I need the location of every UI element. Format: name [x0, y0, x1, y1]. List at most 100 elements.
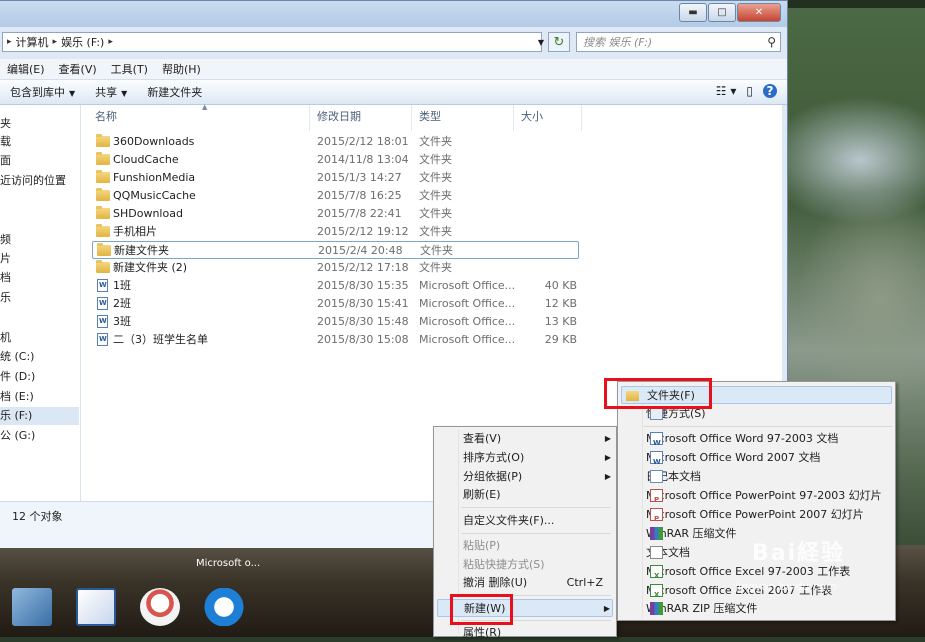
table-row[interactable]: SHDownload 2015/7/8 22:41 文件夹: [92, 205, 582, 223]
table-row[interactable]: 新建文件夹 (2) 2015/2/12 17:18 文件夹: [92, 259, 582, 277]
table-row[interactable]: 3班2015/8/30 15:48Microsoft Office...13 K…: [92, 313, 582, 331]
desktop-app-icon[interactable]: [12, 588, 52, 626]
table-row[interactable]: 1班2015/8/30 15:35Microsoft Office...40 K…: [92, 277, 582, 295]
table-row[interactable]: 二（3）班学生名单2015/8/30 15:08Microsoft Office…: [92, 331, 582, 349]
table-row[interactable]: 2班2015/8/30 15:41Microsoft Office...12 K…: [92, 295, 582, 313]
new-folder-button[interactable]: 新建文件夹: [137, 84, 212, 100]
table-row[interactable]: FunshionMedia 2015/1/3 14:27 文件夹: [92, 169, 582, 187]
undo-shortcut: Ctrl+Z: [566, 576, 603, 589]
excel-icon: [650, 584, 663, 604]
menu-edit[interactable]: 编辑(E): [0, 61, 52, 77]
health-app-icon[interactable]: [140, 588, 180, 626]
nav-item-desktop[interactable]: 面: [0, 152, 11, 170]
search-input[interactable]: 搜索 娱乐 (F:) ⚲: [576, 32, 781, 52]
chevron-down-icon: ▼: [69, 89, 76, 98]
nav-item-computer[interactable]: 机: [0, 329, 11, 347]
nav-item-recent[interactable]: 近访问的位置: [0, 172, 66, 190]
word-icon: [650, 432, 663, 452]
word-document-icon: [97, 315, 108, 328]
address-bar[interactable]: ▸ 计算机 ▸ 娱乐 (F:) ▸ ▼: [2, 32, 544, 52]
help-icon[interactable]: ?: [763, 84, 777, 98]
table-row-selected[interactable]: 新建文件夹 2015/2/4 20:48 文件夹: [92, 241, 579, 259]
folder-icon: [96, 152, 110, 165]
chevron-right-icon: ▶: [604, 472, 611, 481]
refresh-icon: ↻: [553, 34, 565, 50]
column-header-date[interactable]: 修改日期: [317, 105, 361, 129]
folder-icon: [96, 134, 110, 147]
table-row[interactable]: CloudCache 2014/11/8 13:04 文件夹: [92, 151, 582, 169]
menu-tools[interactable]: 工具(T): [104, 61, 155, 77]
menu-item-paste[interactable]: 粘贴(P): [463, 537, 613, 555]
table-row[interactable]: QQMusicCache 2015/7/8 16:25 文件夹: [92, 187, 582, 205]
menu-item-customize-folder[interactable]: 自定义文件夹(F)...: [463, 512, 613, 530]
context-menu: 查看(V) ▶ 排序方式(O) ▶ 分组依据(P) ▶ 刷新(E) 自定义文件夹(F)…: [433, 426, 617, 639]
maximize-button[interactable]: □: [708, 3, 736, 22]
column-header-type[interactable]: 类型: [419, 105, 441, 129]
item-count: 12 个对象: [12, 510, 63, 523]
desktop-label: Microsoft o...: [196, 558, 261, 569]
menu-item-group[interactable]: 分组依据(P) ▶: [463, 468, 613, 486]
menu-item-new[interactable]: 新建(W) ▶: [437, 599, 613, 617]
menu-item-refresh[interactable]: 刷新(E): [463, 486, 613, 504]
menu-help[interactable]: 帮助(H): [155, 61, 208, 77]
word-document-icon: [97, 297, 108, 310]
close-button[interactable]: ✕: [737, 3, 781, 22]
submenu-item-journal[interactable]: 日记本文档: [646, 468, 892, 486]
submenu-item-ppt-2007[interactable]: Microsoft Office PowerPoint 2007 幻灯片: [646, 506, 892, 528]
menu-item-paste-shortcut[interactable]: 粘贴快捷方式(S): [463, 556, 613, 574]
table-row[interactable]: 手机相片 2015/2/12 19:12 文件夹: [92, 223, 582, 241]
watermark-url: jingyan.baidu.com: [735, 580, 837, 593]
table-row[interactable]: 360Downloads 2015/2/12 18:01 文件夹: [92, 133, 582, 151]
menu-item-view[interactable]: 查看(V) ▶: [463, 430, 613, 448]
preview-pane-icon[interactable]: ▯: [746, 84, 753, 98]
submenu-item-shortcut[interactable]: 快捷方式(S): [646, 405, 892, 423]
breadcrumb-computer[interactable]: 计算机: [16, 34, 49, 50]
chevron-right-icon: ▸: [7, 37, 12, 47]
breadcrumb-drive[interactable]: 娱乐 (F:): [61, 34, 104, 50]
menu-item-undo[interactable]: 撤消 删除(U) Ctrl+Z: [463, 574, 613, 592]
refresh-button[interactable]: ↻: [548, 32, 570, 52]
powerpoint-icon: [650, 489, 663, 509]
excel-icon: [650, 565, 663, 585]
journal-icon: [650, 470, 663, 483]
column-header-name[interactable]: 名称: [95, 105, 117, 129]
submenu-item-folder[interactable]: 文件夹(F): [621, 386, 892, 404]
folder-icon: [96, 260, 110, 273]
nav-item-drive-d[interactable]: 件 (D:): [0, 368, 35, 386]
nav-item-drive-f[interactable]: 乐 (F:): [0, 407, 79, 425]
nav-item-drive-e[interactable]: 档 (E:): [0, 388, 34, 406]
chevron-right-icon: ▸: [52, 37, 58, 47]
column-header-size[interactable]: 大小: [521, 105, 543, 129]
shortcut-icon: [650, 407, 663, 420]
word-document-icon: [97, 279, 108, 292]
menu-view[interactable]: 查看(V): [52, 61, 104, 77]
nav-item-drive-g[interactable]: 公 (G:): [0, 427, 35, 445]
winrar-icon: [650, 527, 663, 540]
submenu-item-ppt-97[interactable]: Microsoft Office PowerPoint 97-2003 幻灯片: [646, 487, 892, 509]
nav-item-drive-c[interactable]: 统 (C:): [0, 348, 34, 366]
view-options-icon[interactable]: ☷ ▾: [716, 84, 737, 98]
nav-item-downloads[interactable]: 载: [0, 133, 11, 151]
share-button[interactable]: 共享 ▼: [85, 84, 137, 100]
submenu-item-word-97[interactable]: Microsoft Office Word 97-2003 文档: [646, 430, 892, 452]
nav-item-music[interactable]: 乐: [0, 289, 11, 307]
word-icon: [650, 451, 663, 471]
nav-item-favorites[interactable]: 夹: [0, 115, 11, 133]
nav-item-pictures[interactable]: 片: [0, 250, 11, 268]
word-app-icon[interactable]: [76, 588, 116, 626]
submenu-item-winrar-zip[interactable]: WinRAR ZIP 压缩文件: [646, 600, 892, 618]
folder-icon: [96, 188, 110, 201]
title-bar[interactable]: ▬ □ ✕: [0, 1, 787, 27]
winrar-icon: [650, 602, 663, 615]
menu-item-properties[interactable]: 属性(R): [463, 624, 613, 642]
internet-explorer-icon[interactable]: [204, 588, 244, 626]
include-library-button[interactable]: 包含到库中 ▼: [0, 84, 85, 100]
minimize-button[interactable]: ▬: [679, 3, 707, 22]
menu-item-sort[interactable]: 排序方式(O) ▶: [463, 449, 613, 467]
nav-item-documents[interactable]: 档: [0, 269, 11, 287]
search-icon[interactable]: ⚲: [767, 35, 776, 49]
submenu-item-word-2007[interactable]: Microsoft Office Word 2007 文档: [646, 449, 892, 471]
nav-item-videos[interactable]: 频: [0, 231, 11, 249]
menu-bar: 编辑(E) 查看(V) 工具(T) 帮助(H): [0, 59, 787, 80]
address-dropdown-icon[interactable]: ▼: [535, 33, 547, 51]
